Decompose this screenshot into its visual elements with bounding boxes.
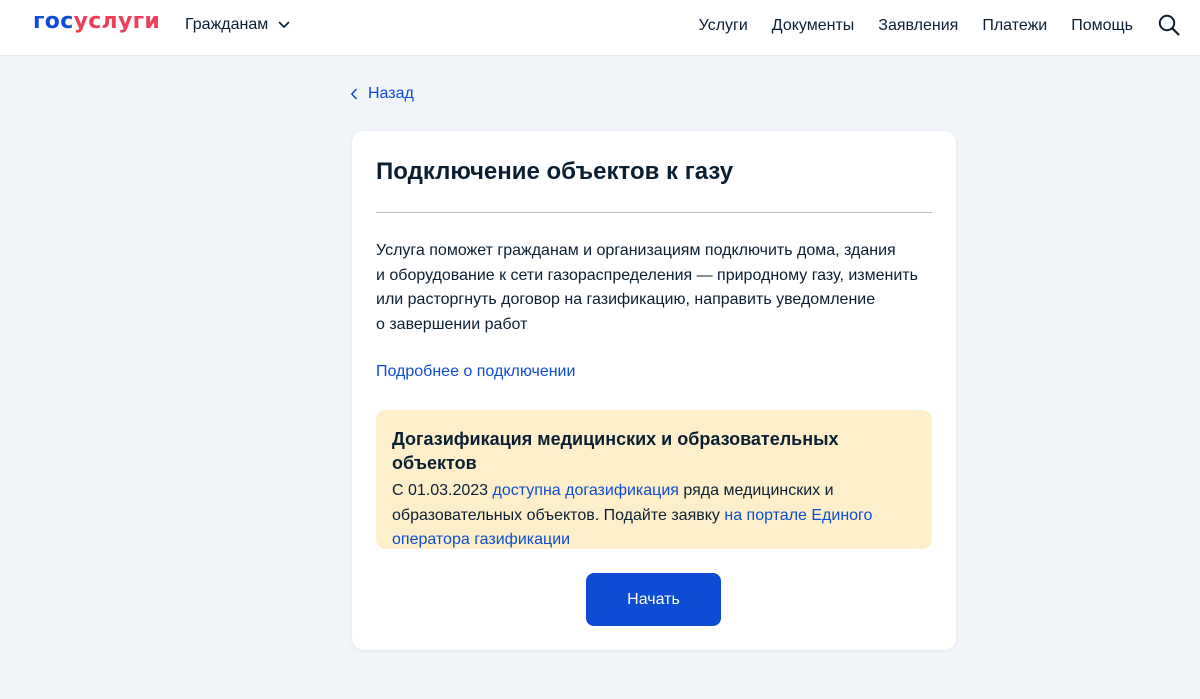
description-line: о завершении работ (376, 315, 528, 333)
role-select[interactable]: Гражданам (185, 15, 290, 35)
description-line: и оборудование к сети газораспределения … (376, 266, 918, 284)
available-gasification-link[interactable]: доступна догазификация (493, 482, 679, 499)
notice-line: С 01.03.2023 доступна догазификация ряда… (392, 479, 916, 504)
main-nav: Услуги Документы Заявления Платежи Помощ… (699, 16, 1133, 36)
more-about-connection-link[interactable]: Подробнее о подключении (376, 362, 575, 382)
notice-line: оператора газификации (392, 528, 916, 553)
gasification-notice: Догазификация медицинских и образователь… (376, 410, 932, 549)
notice-text: образовательных объектов. Подайте заявку (392, 506, 725, 524)
nav-item-services[interactable]: Услуги (699, 16, 748, 36)
nav-item-help[interactable]: Помощь (1071, 16, 1133, 36)
notice-title: Догазификация медицинских и образователь… (392, 429, 839, 473)
title-divider (376, 212, 932, 213)
nav-item-applications[interactable]: Заявления (878, 16, 958, 36)
start-button[interactable]: Начать (586, 573, 721, 626)
nav-item-documents[interactable]: Документы (772, 16, 854, 36)
chevron-left-icon (351, 88, 357, 100)
nav-item-payments[interactable]: Платежи (982, 16, 1047, 36)
role-select-label: Гражданам (185, 16, 269, 33)
notice-text: ряда медицинских и (678, 482, 834, 499)
chevron-down-icon (278, 21, 290, 28)
notice-text: С 01.03.2023 (392, 482, 493, 499)
back-link-label: Назад (368, 85, 414, 102)
service-description: Услуга поможет гражданам и организациям … (376, 239, 936, 337)
search-icon[interactable] (1158, 14, 1180, 36)
gosuslugi-logo[interactable]: госуслуги (33, 8, 160, 36)
logo-part-uslugi: услуги (73, 9, 161, 34)
notice-line: образовательных объектов. Подайте заявку… (392, 504, 916, 529)
gasification-operator-portal-link-cont[interactable]: оператора газификации (392, 531, 570, 548)
notice-body: С 01.03.2023 доступна догазификация ряда… (392, 479, 916, 553)
page-title: Подключение объектов к газу (376, 158, 734, 185)
description-line: Услуга поможет гражданам и организациям … (376, 242, 896, 259)
service-card: Подключение объектов к газу Услуга помож… (352, 131, 956, 650)
back-link[interactable]: Назад (350, 84, 414, 104)
description-line: или расторгнуть договор на газификацию, … (376, 291, 876, 308)
logo-part-gos: гос (33, 9, 74, 34)
site-header: госуслуги Гражданам Услуги Документы Зая… (0, 0, 1200, 56)
gasification-operator-portal-link[interactable]: на портале Единого (724, 507, 872, 524)
